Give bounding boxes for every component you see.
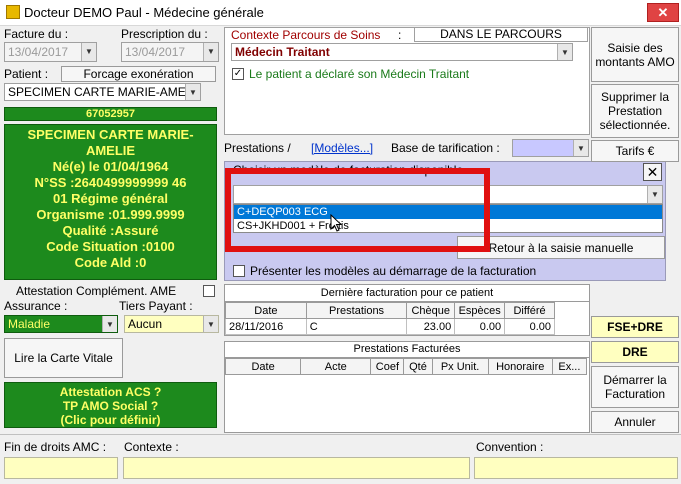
- column-header: Acte: [300, 358, 372, 375]
- modeles-link[interactable]: [Modèles...]: [311, 141, 373, 155]
- cell: 0.00: [504, 318, 555, 335]
- cell: 28/11/2016: [225, 318, 307, 335]
- tarifs-button[interactable]: Tarifs €: [591, 140, 679, 162]
- chevron-down-icon: ▼: [203, 43, 218, 61]
- patient-card-panel: SPECIMEN CARTE MARIE-AMELIE Né(e) le 01/…: [4, 124, 217, 280]
- annuler-button[interactable]: Annuler: [591, 411, 679, 433]
- highlight-outline: [225, 168, 490, 252]
- patient-number: 67052957: [4, 107, 217, 121]
- contexte-label: Contexte Parcours de Soins: [231, 28, 381, 42]
- patient-code-ald: Code Ald :0: [74, 255, 147, 270]
- patient-nss: N°SS :2640499999999 46: [34, 175, 187, 190]
- chevron-down-icon: ▼: [102, 316, 117, 332]
- declare-checkbox[interactable]: ✓: [232, 68, 244, 80]
- patient-label: Patient :: [4, 67, 49, 81]
- assurance-select[interactable]: Maladie ▼: [4, 315, 118, 333]
- patient-code-situation: Code Situation :0100: [46, 239, 175, 254]
- chevron-down-icon: ▼: [81, 43, 96, 61]
- chevron-down-icon: ▼: [185, 84, 200, 100]
- convention-label: Convention :: [476, 440, 544, 454]
- tiers-payant-select[interactable]: Aucun ▼: [124, 315, 219, 333]
- chevron-down-icon: ▼: [647, 186, 662, 203]
- declare-label: Le patient a déclaré son Médecin Traitan…: [249, 67, 470, 81]
- prescription-label: Prescription du :: [121, 27, 208, 41]
- lire-carte-vitale-button[interactable]: Lire la Carte Vitale: [4, 338, 123, 378]
- cell: 0.00: [454, 318, 506, 335]
- chevron-down-icon: ▼: [557, 44, 572, 60]
- patient-qualite: Qualité :Assuré: [62, 223, 159, 238]
- acs-definition-box[interactable]: Attestation ACS ? TP AMO Social ? (Clic …: [4, 382, 217, 428]
- patient-select[interactable]: SPECIMEN CARTE MARIE-AMELIE ▼: [4, 83, 201, 101]
- prestations-facturees-title: Prestations Facturées: [225, 342, 589, 358]
- presenter-modeles-label: Présenter les modèles au démarrage de la…: [250, 264, 537, 278]
- window-title: Docteur DEMO Paul - Médecine générale: [24, 5, 264, 20]
- demarrer-facturation-button[interactable]: Démarrer la Facturation: [591, 366, 679, 408]
- facture-date-field[interactable]: 13/04/2017 ▼: [4, 42, 97, 62]
- saisie-montants-amo-button[interactable]: Saisie des montants AMO: [591, 27, 679, 82]
- patient-name: SPECIMEN CARTE MARIE-AMELIE: [27, 127, 194, 158]
- table-row[interactable]: 28/11/2016 C 23.00 0.00 0.00: [225, 318, 555, 335]
- base-tarification-select[interactable]: ▼: [512, 139, 589, 157]
- supprimer-prestation-button[interactable]: Supprimer la Prestation sélectionnée.: [591, 84, 679, 138]
- medecin-traitant-select[interactable]: Médecin Traitant ▼: [231, 43, 573, 61]
- attestation-ame-label: Attestation Complément. AME: [16, 284, 177, 298]
- acs-line: Attestation ACS ?: [59, 385, 162, 399]
- column-header: Qté: [403, 358, 433, 375]
- contexte-footer-label: Contexte :: [124, 440, 179, 454]
- column-header: Prestations: [305, 302, 408, 319]
- base-tarification-label: Base de tarification :: [391, 141, 500, 155]
- derniere-facturation-panel: Dernière facturation pour ce patient Dat…: [224, 284, 590, 336]
- contexte-colon: :: [398, 28, 402, 42]
- fin-droits-amc-field[interactable]: [4, 457, 118, 479]
- presenter-modeles-checkbox[interactable]: [233, 265, 245, 277]
- column-header: Ex...: [551, 358, 588, 375]
- close-button[interactable]: ✕: [647, 3, 679, 22]
- fin-droits-amc-label: Fin de droits AMC :: [4, 440, 107, 454]
- column-header: Espèces: [454, 302, 506, 319]
- convention-field[interactable]: [474, 457, 678, 479]
- tp-amo-line: TP AMO Social ?: [62, 399, 159, 413]
- app-icon: [6, 5, 20, 19]
- fse-dre-button[interactable]: FSE+DRE: [591, 316, 679, 338]
- acs-hint-line: (Clic pour définir): [60, 413, 161, 427]
- prestations-facturees-panel: Prestations Facturées Date Acte Coef Qté…: [224, 341, 590, 433]
- column-header: Coef: [370, 358, 405, 375]
- column-header: Chèque: [406, 302, 456, 319]
- cell: C: [305, 318, 408, 335]
- prescription-date-field[interactable]: 13/04/2017 ▼: [121, 42, 219, 62]
- patient-birth: Né(e) le 01/04/1964: [52, 159, 169, 174]
- derniere-facturation-title: Dernière facturation pour ce patient: [225, 285, 589, 302]
- cell: 23.00: [406, 318, 456, 335]
- column-header: Px Unit.: [431, 358, 489, 375]
- contexte-field[interactable]: [123, 457, 470, 479]
- column-header: Date: [225, 302, 307, 319]
- close-icon[interactable]: ✕: [643, 163, 662, 181]
- prestations-label: Prestations /: [224, 141, 291, 155]
- column-header: Honoraire: [487, 358, 553, 375]
- column-header: Date: [224, 358, 302, 375]
- tiers-payant-label: Tiers Payant :: [119, 299, 193, 313]
- patient-regime: 01 Régime général: [53, 191, 168, 206]
- footer-divider: [0, 434, 681, 435]
- column-header: Différé: [504, 302, 555, 319]
- mouse-cursor-icon: [330, 214, 342, 232]
- chevron-down-icon: ▼: [203, 316, 218, 332]
- parcours-status: DANS LE PARCOURS: [414, 27, 588, 42]
- facture-label: Facture du :: [4, 27, 69, 41]
- attestation-ame-checkbox[interactable]: [203, 285, 215, 297]
- forcage-exoneration-button[interactable]: Forcage exonération: [61, 66, 216, 82]
- chevron-down-icon: ▼: [573, 140, 588, 156]
- assurance-label: Assurance :: [4, 299, 68, 313]
- patient-organisme: Organisme :01.999.9999: [36, 207, 185, 222]
- dre-button[interactable]: DRE: [591, 341, 679, 363]
